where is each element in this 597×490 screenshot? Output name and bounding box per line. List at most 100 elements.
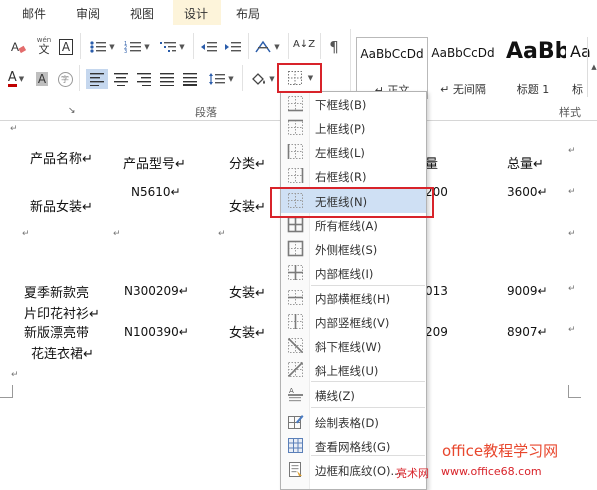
menu-separator — [311, 381, 425, 382]
menu-item-label: 绘制表格(D) — [315, 416, 379, 430]
style-heading-1[interactable]: AaBb 标题 1 — [500, 37, 566, 97]
menu-item-label: 斜上框线(U) — [315, 364, 379, 378]
menu-item-label: 左框线(L) — [315, 146, 365, 160]
font-color-icon: A — [7, 70, 17, 87]
menu-item-label: 右框线(R) — [315, 170, 367, 184]
line-spacing-button[interactable]: ▼ — [205, 69, 237, 89]
paragraph-mark: ↵ — [568, 146, 576, 156]
chevron-down-icon: ▼ — [179, 43, 185, 51]
align-right-icon — [137, 73, 151, 86]
pilcrow-icon: ¶ — [329, 38, 339, 56]
distributed-icon — [183, 73, 197, 86]
paragraph-mark: ↵ — [568, 325, 576, 335]
numbered-list-icon: 123 — [124, 41, 142, 54]
divider — [193, 33, 194, 59]
enclose-character-button[interactable]: 字 — [56, 69, 74, 89]
character-border-button[interactable]: A — [57, 37, 75, 57]
paragraph-mark: ↵ — [568, 187, 576, 197]
tab-view[interactable]: 视图 — [130, 5, 154, 22]
watermark-url: www.office68.com — [441, 465, 542, 478]
cell-total: 9009↵ — [507, 284, 548, 298]
style-sample: AaBbCcDd — [431, 46, 495, 60]
menu-item-inside-horizontal-border[interactable]: 内部横框线(H) — [281, 286, 426, 310]
menu-item-label: 上框线(P) — [315, 122, 366, 136]
menu-separator — [311, 285, 425, 286]
borders-shading-icon — [289, 462, 302, 477]
phonetic-guide-button[interactable]: wén 文 — [33, 35, 55, 55]
style-normal[interactable]: AaBbCcDd ↵ 正文 — [356, 37, 428, 99]
divider — [242, 65, 243, 91]
bullets-button[interactable]: ▼ — [86, 37, 118, 57]
menu-item-horizontal-line[interactable]: A 横线(Z) — [281, 383, 426, 407]
cell-category: 女装↵ — [229, 200, 266, 215]
outside-borders-icon — [287, 240, 304, 257]
multilevel-list-icon — [160, 42, 177, 52]
group-label-paragraph: 段落 — [195, 106, 217, 119]
diagonal-up-border-icon — [287, 361, 304, 378]
font-color-button[interactable]: A ▼ — [2, 69, 30, 89]
shaded-a-icon: A — [35, 72, 49, 86]
style-name: 标题 1 — [516, 83, 550, 96]
menu-item-bottom-border[interactable]: 下框线(B) — [281, 92, 426, 116]
menu-item-top-border[interactable]: 上框线(P) — [281, 116, 426, 140]
chinese-layout-button[interactable]: ▼ — [252, 37, 282, 57]
menu-item-label: 所有框线(A) — [315, 219, 378, 233]
align-center-icon — [114, 73, 128, 86]
chevron-down-icon: ▼ — [144, 43, 150, 51]
tab-review[interactable]: 审阅 — [76, 5, 100, 22]
tab-mailings[interactable]: 邮件 — [22, 5, 46, 22]
show-marks-button[interactable]: ¶ — [325, 37, 343, 57]
chinese-layout-icon — [255, 40, 271, 53]
menu-item-diagonal-up-border[interactable]: 斜上框线(U) — [281, 358, 426, 382]
cell-name-line2: 花连衣裙↵ — [31, 347, 94, 362]
paragraph-mark: ↵ — [22, 229, 30, 239]
boxed-a-icon: A — [58, 39, 74, 55]
shading-button[interactable]: ▼ — [247, 69, 277, 89]
horizontal-line-icon: A — [288, 387, 303, 402]
align-left-button[interactable] — [86, 69, 108, 89]
align-left-icon — [90, 73, 104, 86]
page-corner-mark — [568, 385, 581, 398]
justify-button[interactable] — [156, 69, 178, 89]
tab-design[interactable]: 设计 — [184, 5, 208, 22]
menu-item-right-border[interactable]: 右框线(R) — [281, 164, 426, 188]
sort-button[interactable]: A↓Z — [293, 35, 315, 55]
divider — [80, 33, 81, 59]
align-right-button[interactable] — [133, 69, 155, 89]
menu-item-draw-table[interactable]: 绘制表格(D) — [281, 410, 426, 434]
decrease-indent-button[interactable] — [198, 37, 220, 57]
svg-text:A: A — [289, 387, 294, 395]
chevron-down-icon: ▼ — [274, 43, 280, 51]
menu-item-outside-borders[interactable]: 外侧框线(S) — [281, 237, 426, 261]
distributed-button[interactable] — [179, 69, 201, 89]
highlight-borders-button — [277, 63, 322, 93]
highlight-no-border-item — [270, 187, 434, 218]
styles-scroll[interactable]: ▲ — [587, 37, 597, 97]
menu-item-diagonal-down-border[interactable]: 斜下框线(W) — [281, 334, 426, 358]
left-border-icon — [287, 144, 303, 159]
character-shading-button[interactable]: A — [33, 69, 51, 89]
header-product-model: 产品型号↵ — [123, 157, 186, 172]
cell-category: 女装↵ — [229, 326, 266, 341]
increase-indent-button[interactable] — [222, 37, 244, 57]
bottom-border-icon — [288, 96, 303, 112]
divider — [248, 33, 249, 59]
menu-separator — [311, 455, 425, 456]
phonetic-char: 文 — [38, 43, 50, 56]
menu-item-label: 横线(Z) — [315, 389, 355, 403]
tab-layout[interactable]: 布局 — [236, 5, 260, 22]
clear-format-button[interactable]: A — [6, 37, 30, 57]
style-no-spacing[interactable]: AaBbCcDd ↵ 无间隔 — [428, 37, 498, 97]
menu-item-label: 内部横框线(H) — [315, 292, 391, 306]
menu-item-left-border[interactable]: 左框线(L) — [281, 140, 426, 164]
dialog-launcher-icon[interactable]: ↘ — [68, 106, 76, 116]
menu-item-inside-vertical-border[interactable]: 内部竖框线(V) — [281, 310, 426, 334]
numbering-button[interactable]: 1 2 3 ▼ — [121, 37, 153, 57]
svg-text:A: A — [11, 40, 19, 54]
cell-name-line2: 片印花衬衫↵ — [24, 307, 100, 322]
align-center-button[interactable] — [110, 69, 132, 89]
eraser-a-icon: A — [11, 40, 27, 54]
divider — [288, 33, 289, 59]
menu-item-inside-borders[interactable]: 内部框线(I) — [281, 261, 426, 285]
multilevel-list-button[interactable]: ▼ — [156, 37, 188, 57]
